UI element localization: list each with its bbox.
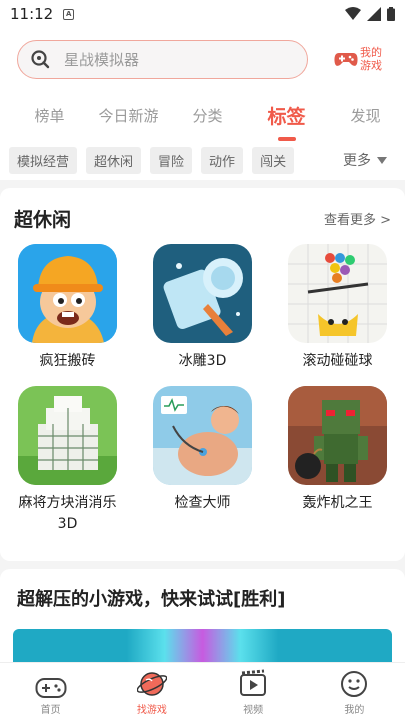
ball-maze-icon: [288, 244, 387, 343]
search-input[interactable]: 星战模拟器: [17, 39, 308, 79]
tab-discover[interactable]: 发现: [326, 105, 405, 126]
wifi-icon: [345, 7, 361, 20]
nav-home[interactable]: 首页: [0, 663, 101, 720]
battery-icon: [387, 7, 395, 21]
gamepad-icon: [35, 678, 67, 698]
doctor-check-icon: [153, 386, 252, 485]
game-name: 麻将方块消消乐3D: [18, 495, 117, 532]
section2-title: 超解压的小游戏，快来试试[胜利]: [17, 589, 286, 610]
more-label: 更多: [343, 153, 371, 169]
game-item[interactable]: 滚动碰碰球: [270, 244, 405, 372]
search-icon: [31, 50, 50, 69]
sim-icon: A: [63, 8, 75, 20]
game-name: 检查大师: [174, 495, 231, 511]
chip-sim-management[interactable]: 模拟经营: [9, 146, 78, 174]
mahjong-tower-icon: [18, 386, 117, 485]
chip-stages[interactable]: 闯关: [252, 146, 295, 174]
game-item[interactable]: 冰雕3D: [135, 244, 270, 372]
tab-categories[interactable]: 分类: [168, 105, 247, 126]
worker-icon: [18, 244, 117, 343]
tab-new-today[interactable]: 今日新游: [89, 105, 168, 126]
status-bar: 11:12 A: [0, 0, 405, 28]
game-item[interactable]: 麻将方块消消乐3D: [0, 386, 135, 535]
tag-chips: 模拟经营 超休闲 冒险 动作 闯关 更多: [0, 140, 405, 180]
section-title: 超休闲: [14, 208, 72, 231]
gamepad-icon: [334, 53, 358, 66]
header: 11:12 A 星战模拟器 我的游戏 榜单 今日新游 分类 标签 发现 模拟经营…: [0, 0, 405, 180]
chip-hyper-casual[interactable]: 超休闲: [86, 146, 142, 174]
game-name: 冰雕3D: [178, 353, 227, 369]
tab-rankings[interactable]: 榜单: [10, 105, 89, 126]
more-tags-button[interactable]: 更多: [329, 140, 405, 180]
my-games-button[interactable]: 我的游戏: [334, 46, 384, 72]
bomber-icon: [288, 386, 387, 485]
game-item[interactable]: 轰炸机之王: [270, 386, 405, 535]
hyper-casual-section: 超休闲 查看更多 > 疯狂搬砖 冰雕3D 滚动碰碰球 麻将方块消消乐3D 检查大…: [0, 188, 405, 561]
nav-me[interactable]: 我的: [304, 663, 405, 720]
nav-label: 视频: [243, 705, 264, 716]
nav-video[interactable]: 视频: [203, 663, 304, 720]
status-time: 11:12: [10, 5, 54, 23]
tab-tags[interactable]: 标签: [247, 102, 326, 141]
game-item[interactable]: 疯狂搬砖: [0, 244, 135, 372]
planet-icon: [136, 672, 167, 696]
chip-adventure[interactable]: 冒险: [150, 146, 193, 174]
nav-label: 我的: [344, 705, 365, 716]
game-name: 滚动碰碰球: [302, 353, 373, 369]
chip-action[interactable]: 动作: [201, 146, 244, 174]
game-name: 轰炸机之王: [302, 495, 373, 511]
smiley-icon: [341, 671, 368, 697]
nav-label: 首页: [40, 705, 61, 716]
bottom-nav: 首页 找游戏 视频 我的: [0, 662, 405, 720]
nav-label: 找游戏: [136, 705, 167, 716]
category-tabs: 榜单 今日新游 分类 标签 发现: [0, 90, 405, 141]
chevron-down-icon: [377, 156, 387, 164]
search-placeholder: 星战模拟器: [64, 50, 140, 69]
video-icon: [240, 669, 267, 696]
game-name: 疯狂搬砖: [39, 353, 96, 369]
see-more-link[interactable]: 查看更多 >: [324, 209, 391, 228]
signal-icon: [367, 7, 381, 21]
ice-carving-icon: [153, 244, 252, 343]
nav-find-games[interactable]: 找游戏: [101, 663, 202, 720]
my-games-label: 我的游戏: [360, 46, 382, 72]
game-item[interactable]: 检查大师: [135, 386, 270, 535]
